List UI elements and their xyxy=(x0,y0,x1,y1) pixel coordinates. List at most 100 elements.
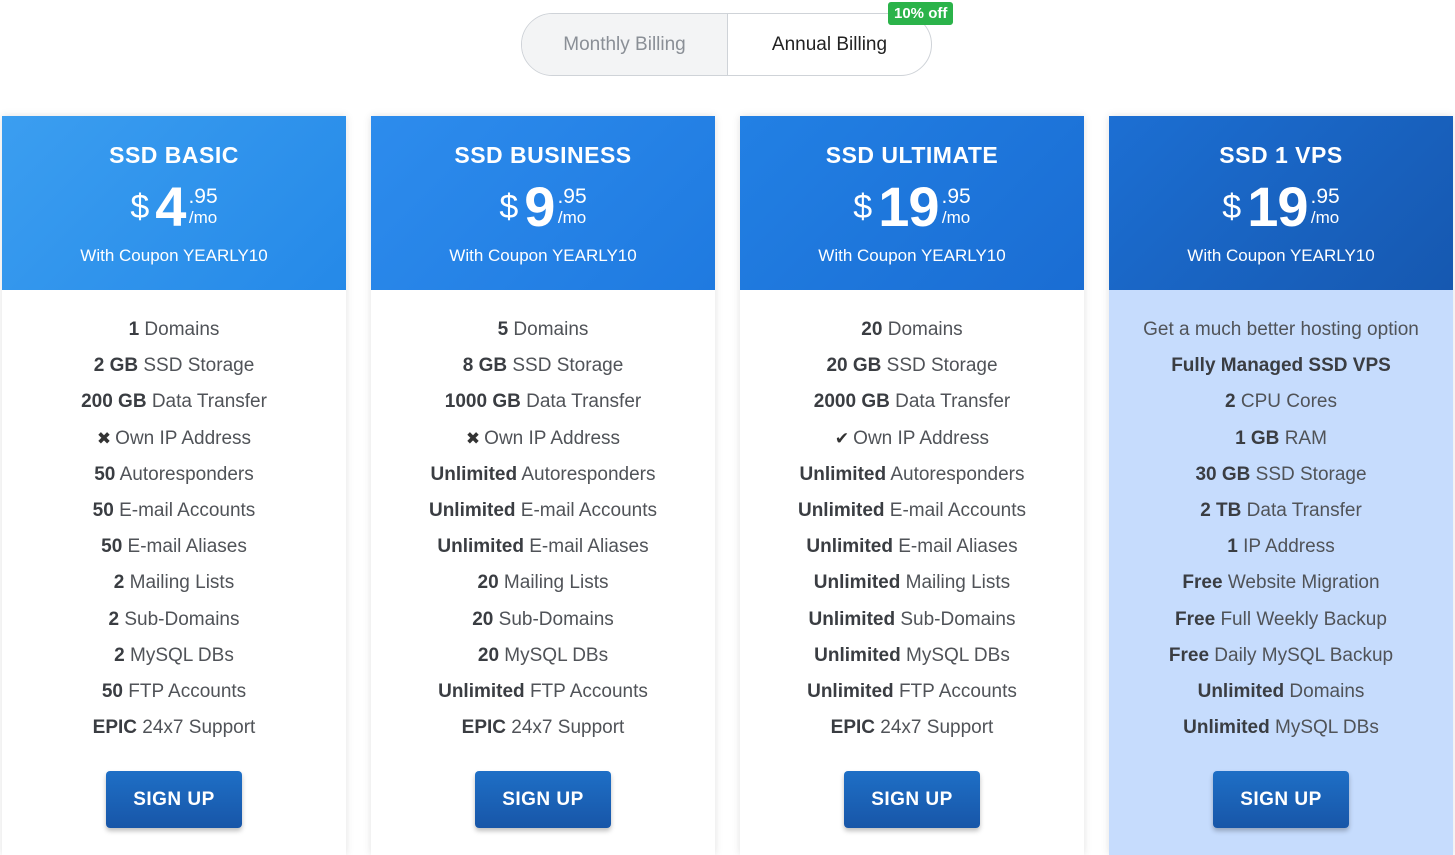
feature-highlight: Free xyxy=(1182,572,1223,594)
feature-text: E-mail Aliases xyxy=(122,536,247,558)
monthly-billing-option[interactable]: Monthly Billing xyxy=(522,14,728,75)
feature-item: 1 GB RAM xyxy=(1109,427,1453,463)
feature-highlight: Fully Managed SSD VPS xyxy=(1171,355,1391,377)
feature-text: MySQL DBs xyxy=(499,644,609,666)
feature-item: 50 FTP Accounts xyxy=(2,680,346,716)
feature-text: 24x7 Support xyxy=(875,717,994,739)
feature-item: 2000 GB Data Transfer xyxy=(740,390,1084,426)
price-period: /mo xyxy=(1310,208,1340,227)
feature-item: Unlimited E-mail Accounts xyxy=(371,499,715,535)
feature-highlight: 2 xyxy=(108,608,120,630)
feature-highlight: Unlimited xyxy=(814,644,901,666)
plan-header: SSD ULTIMATE $19.95/mo With Coupon YEARLY1… xyxy=(740,116,1084,290)
feature-highlight: 200 GB xyxy=(81,391,147,413)
feature-highlight: 20 GB xyxy=(826,355,882,377)
feature-item: Unlimited FTP Accounts xyxy=(371,680,715,716)
feature-text: FTP Accounts xyxy=(524,680,648,702)
feature-text: MySQL DBs xyxy=(124,644,234,666)
feature-text: Data Transfer xyxy=(520,391,642,413)
feature-item: Unlimited Autoresponders xyxy=(371,463,715,499)
feature-highlight: EPIC xyxy=(830,717,876,739)
feature-text: Own IP Address xyxy=(484,427,621,449)
feature-text: FTP Accounts xyxy=(893,680,1017,702)
feature-text: MySQL DBs xyxy=(1269,717,1379,739)
feature-highlight: 5 xyxy=(497,319,509,340)
feature-list: 20 Domains 20 GB SSD Storage 2000 GB Data … xyxy=(740,290,1084,752)
feature-item: Unlimited FTP Accounts xyxy=(740,680,1084,716)
feature-item: 30 GB SSD Storage xyxy=(1109,463,1453,499)
feature-text: Domains xyxy=(508,319,589,340)
feature-text: Mailing Lists xyxy=(124,572,235,594)
feature-item: Unlimited MySQL DBs xyxy=(740,644,1084,680)
feature-item: 20 GB SSD Storage xyxy=(740,354,1084,390)
feature-text: E-mail Accounts xyxy=(515,499,658,521)
feature-item: Free Full Weekly Backup xyxy=(1109,608,1453,644)
feature-highlight: 20 xyxy=(861,319,883,340)
feature-highlight: 50 xyxy=(94,463,116,485)
feature-highlight: EPIC xyxy=(92,717,138,739)
feature-highlight: 30 GB xyxy=(1195,463,1251,485)
feature-item: 20 Domains xyxy=(740,318,1084,354)
feature-item: Unlimited Autoresponders xyxy=(740,463,1084,499)
feature-text: Domains xyxy=(139,319,220,340)
feature-highlight: 50 xyxy=(101,536,123,558)
feature-item: EPIC 24x7 Support xyxy=(371,716,715,752)
feature-item: ✖ Own IP Address xyxy=(2,427,346,463)
check-icon: ✔ xyxy=(834,428,850,448)
feature-item: 200 GB Data Transfer xyxy=(2,390,346,426)
price-cents: .95 xyxy=(941,185,971,208)
feature-text: Sub-Domains xyxy=(119,608,240,630)
feature-highlight: Unlimited xyxy=(806,536,893,558)
feature-text: RAM xyxy=(1279,427,1327,449)
plan-name: SSD 1 VPS xyxy=(1219,142,1343,168)
feature-text: SSD Storage xyxy=(881,355,998,377)
x-icon: ✖ xyxy=(465,428,481,448)
feature-item: 50 E-mail Accounts xyxy=(2,499,346,535)
feature-text: Mailing Lists xyxy=(900,572,1011,594)
feature-highlight: 2 xyxy=(113,572,125,594)
sign-up-button[interactable]: SIGN UP xyxy=(106,771,242,828)
pricing-plans: SSD BASIC $4.95/mo With Coupon YEARLY10 1 D… xyxy=(0,116,1455,855)
feature-text: Own IP Address xyxy=(115,427,252,449)
plan-name: SSD BASIC xyxy=(109,142,239,168)
currency-symbol: $ xyxy=(130,188,150,226)
feature-highlight: Unlimited xyxy=(438,680,525,702)
sign-up-button[interactable]: SIGN UP xyxy=(844,771,980,828)
feature-text: SSD Storage xyxy=(1250,463,1367,485)
price-amount: 4 xyxy=(155,175,186,238)
feature-highlight: Unlimited xyxy=(807,680,894,702)
sign-up-button[interactable]: SIGN UP xyxy=(475,771,611,828)
feature-highlight: Unlimited xyxy=(428,499,516,521)
plan-name: SSD BUSINESS xyxy=(454,142,632,168)
feature-text: 24x7 Support xyxy=(137,717,256,739)
feature-item: Free Website Migration xyxy=(1109,571,1453,607)
feature-text: Get a much better hosting option xyxy=(1143,319,1419,340)
feature-list: Get a much better hosting option Fully Ma… xyxy=(1109,290,1453,752)
feature-text: IP Address xyxy=(1237,536,1335,558)
coupon-text: With Coupon YEARLY10 xyxy=(1187,246,1375,265)
discount-badge: 10% off xyxy=(888,2,954,25)
price-amount: 19 xyxy=(1247,175,1308,238)
feature-item: Unlimited Domains xyxy=(1109,680,1453,716)
plan-card-ssd-basic: SSD BASIC $4.95/mo With Coupon YEARLY10 1 D… xyxy=(2,116,346,855)
feature-text: Sub-Domains xyxy=(895,608,1016,630)
feature-item: 1000 GB Data Transfer xyxy=(371,390,715,426)
feature-highlight: 20 xyxy=(477,644,500,666)
feature-text: E-mail Accounts xyxy=(884,499,1027,521)
feature-text: E-mail Aliases xyxy=(523,536,649,558)
sign-up-button[interactable]: SIGN UP xyxy=(1213,771,1349,828)
coupon-text: With Coupon YEARLY10 xyxy=(80,246,268,265)
feature-text: Domains xyxy=(882,319,963,340)
feature-text: Own IP Address xyxy=(853,427,990,449)
feature-item: Unlimited Sub-Domains xyxy=(740,608,1084,644)
plan-header: SSD BASIC $4.95/mo With Coupon YEARLY10 xyxy=(2,116,346,290)
feature-list: 1 Domains 2 GB SSD Storage 200 GB Data Tra… xyxy=(2,290,346,752)
feature-item: Unlimited E-mail Aliases xyxy=(740,535,1084,571)
billing-toggle[interactable]: Monthly Billing Annual Billing xyxy=(521,13,932,76)
feature-item: Get a much better hosting option xyxy=(1109,318,1453,354)
feature-highlight: Unlimited xyxy=(430,463,518,485)
plan-header: SSD 1 VPS $19.95/mo With Coupon YEARLY10 xyxy=(1109,116,1453,290)
feature-text: Data Transfer xyxy=(146,391,267,413)
feature-text: SSD Storage xyxy=(138,355,255,377)
feature-text: MySQL DBs xyxy=(900,644,1010,666)
